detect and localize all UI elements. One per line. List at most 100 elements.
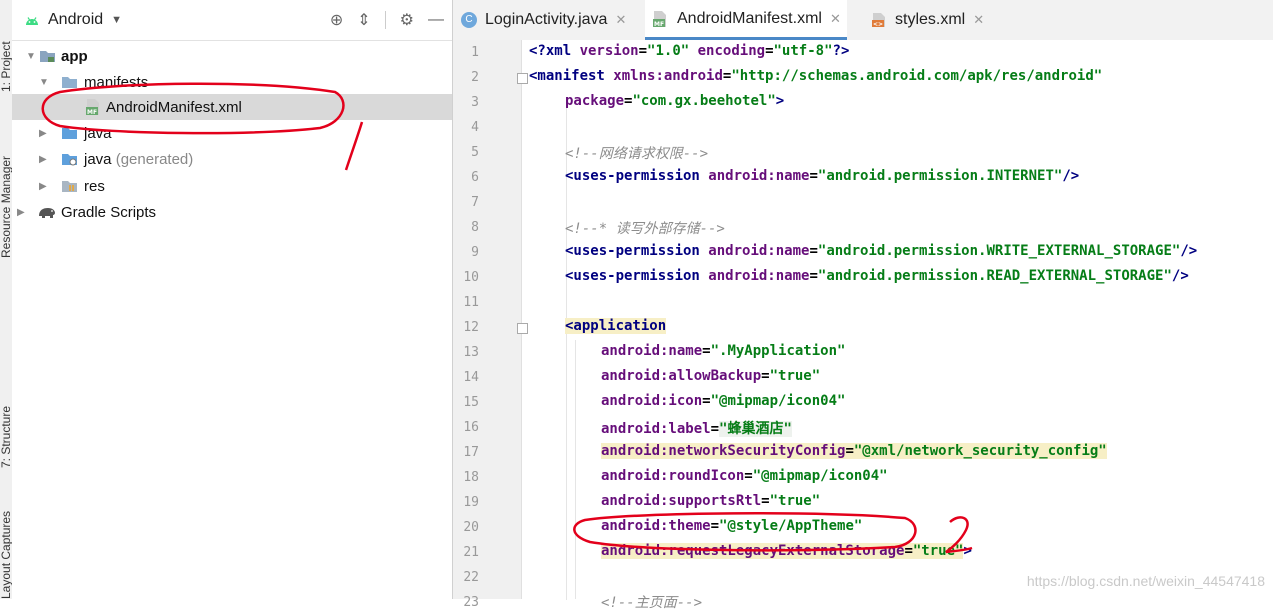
tree-item-java[interactable]: ▶ java: [12, 120, 452, 146]
source-folder-icon: [62, 128, 77, 139]
code-line-14: android:allowBackup="true": [601, 368, 821, 384]
fold-marker-icon[interactable]: [517, 73, 528, 84]
line-number: 21: [463, 545, 479, 560]
code-line-2: <manifest xmlns:android="http://schemas.…: [529, 68, 1103, 84]
editor-tab-bar: C LoginActivity.java ✕ MF AndroidManifes…: [453, 0, 1273, 41]
line-number: 12: [463, 320, 479, 335]
chevron-right-icon[interactable]: ▶: [39, 181, 47, 192]
tree-label: manifests: [84, 73, 149, 91]
line-number: 8: [471, 220, 479, 235]
indent-guide: [575, 340, 576, 599]
tab-label: LoginActivity.java: [485, 11, 608, 28]
code-line-1: <?xml version="1.0" encoding="utf-8"?>: [529, 43, 850, 59]
tab-styles[interactable]: <> styles.xml ✕: [871, 0, 984, 40]
tree-label-suffix: (generated): [115, 150, 194, 168]
close-icon[interactable]: ✕: [830, 11, 841, 27]
line-number: 4: [471, 120, 479, 135]
svg-text:MF: MF: [654, 21, 664, 28]
tab-androidmanifest[interactable]: MF AndroidManifest.xml ✕: [645, 0, 847, 40]
line-number: 5: [471, 145, 479, 160]
chevron-down-icon[interactable]: ▼: [26, 51, 36, 62]
code-line-17: android:networkSecurityConfig="@xml/netw…: [601, 443, 1107, 459]
folder-icon: [62, 77, 77, 88]
tab-label: AndroidManifest.xml: [677, 9, 822, 27]
close-icon[interactable]: ✕: [615, 12, 626, 28]
fold-marker-icon[interactable]: [517, 323, 528, 334]
code-line-18: android:roundIcon="@mipmap/icon04": [601, 468, 888, 484]
project-panel: Android ▼ ⊕ ⇕ ⚙ — ▼ app ▼ manifests MF A…: [12, 0, 453, 599]
line-number: 3: [471, 95, 479, 110]
generated-folder-icon: [62, 154, 77, 166]
locate-target-icon[interactable]: ⊕: [330, 10, 343, 30]
line-number: 18: [463, 470, 479, 485]
code-line-10: <uses-permission android:name="android.p…: [565, 268, 1189, 284]
line-number: 15: [463, 395, 479, 410]
code-line-3: package="com.gx.beehotel">: [565, 93, 785, 109]
line-number: 7: [471, 195, 479, 210]
line-number: 10: [463, 270, 479, 285]
tree-item-manifests[interactable]: ▼ manifests: [12, 69, 452, 95]
chevron-down-icon[interactable]: ▼: [39, 77, 49, 88]
manifest-icon: MF: [653, 10, 666, 28]
view-selector[interactable]: Android: [48, 11, 103, 29]
tree-item-res[interactable]: ▶ res: [12, 173, 452, 199]
tree-label: res: [84, 177, 105, 195]
tab-label: styles.xml: [895, 11, 966, 28]
manifest-file-icon: MF: [86, 99, 99, 116]
code-editor[interactable]: 1 2 3 4 5 6 7 8 9 10 11 12 13 14 15 16 17 18 19 20 21 22 23 <?…: [453, 40, 1273, 611]
svg-text:MF: MF: [87, 109, 97, 116]
line-number: 23: [463, 595, 479, 610]
tree-item-gradle-scripts[interactable]: ▶ Gradle Scripts: [12, 199, 452, 225]
chevron-right-icon[interactable]: ▶: [39, 154, 47, 165]
tree-item-app[interactable]: ▼ app: [12, 43, 452, 69]
tree-label: app: [61, 47, 88, 65]
code-line-23: <!--主页面-->: [601, 595, 703, 611]
code-line-5: <!--网络请求权限-->: [565, 146, 709, 162]
line-number: 6: [471, 170, 479, 185]
toolbar-divider: [384, 11, 386, 29]
tree-item-androidmanifest[interactable]: MF AndroidManifest.xml: [12, 94, 452, 120]
line-number: 17: [463, 445, 479, 460]
line-number: 13: [463, 345, 479, 360]
module-folder-icon: [40, 51, 55, 62]
close-icon[interactable]: ✕: [973, 12, 984, 28]
code-line-6: <uses-permission android:name="android.p…: [565, 168, 1080, 184]
project-toolbar: Android ▼ ⊕ ⇕ ⚙ —: [12, 0, 452, 41]
line-number: 19: [463, 495, 479, 510]
tree-label: java (generated): [84, 151, 193, 168]
chevron-right-icon[interactable]: ▶: [17, 207, 25, 218]
collapse-all-icon[interactable]: ⇕: [357, 10, 370, 30]
line-number: 9: [471, 245, 479, 260]
tab-loginactivity[interactable]: C LoginActivity.java ✕: [461, 0, 626, 40]
code-line-13: android:name=".MyApplication": [601, 343, 846, 359]
minimize-icon[interactable]: —: [428, 11, 444, 29]
code-line-21: android:requestLegacyExternalStorage="tr…: [601, 543, 972, 559]
line-number: 16: [463, 420, 479, 435]
android-icon: [26, 17, 38, 25]
code-line-9: <uses-permission android:name="android.p…: [565, 243, 1198, 259]
xml-icon: <>: [872, 13, 885, 28]
line-number: 1: [471, 45, 479, 60]
tree-label-main: java: [84, 150, 112, 168]
gear-icon[interactable]: ⚙: [400, 10, 414, 30]
tree-label: java: [84, 124, 112, 142]
gradle-elephant-icon: [39, 208, 55, 218]
tree-label: AndroidManifest.xml: [106, 98, 242, 116]
code-line-19: android:supportsRtl="true": [601, 493, 821, 509]
code-line-12: <application: [565, 318, 667, 334]
code-line-16: android:label="蜂巢酒店": [601, 421, 792, 437]
tree-item-java-generated[interactable]: ▶ java (generated): [12, 146, 452, 172]
code-line-8: <!--* 读写外部存储-->: [565, 221, 725, 237]
line-number: 2: [471, 70, 479, 85]
line-number: 20: [463, 520, 479, 535]
tree-label: Gradle Scripts: [61, 203, 157, 221]
line-number: 11: [463, 295, 479, 310]
code-line-15: android:icon="@mipmap/icon04": [601, 393, 846, 409]
chevron-right-icon[interactable]: ▶: [39, 128, 47, 139]
chevron-down-icon[interactable]: ▼: [111, 14, 122, 26]
line-number: 14: [463, 370, 479, 385]
code-line-20: android:theme="@style/AppTheme": [601, 518, 863, 534]
line-number: 22: [463, 570, 479, 585]
svg-text:<>: <>: [873, 21, 883, 28]
resource-folder-icon: [62, 181, 77, 192]
